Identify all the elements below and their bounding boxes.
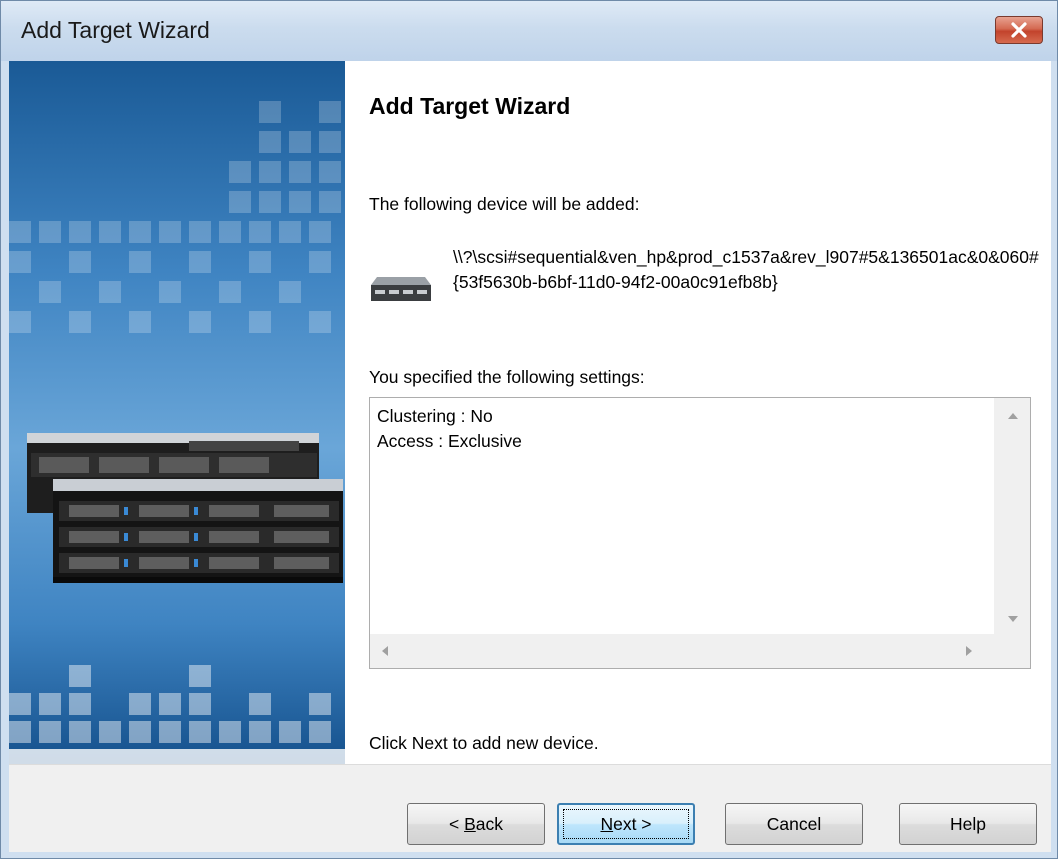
scroll-right-icon[interactable] — [966, 646, 972, 656]
back-button[interactable]: < Back — [407, 803, 545, 845]
close-button[interactable] — [995, 16, 1043, 44]
client-area: Add Target Wizard The following device w… — [9, 61, 1051, 852]
title-bar[interactable]: Add Target Wizard — [1, 1, 1057, 61]
cancel-button[interactable]: Cancel — [725, 803, 863, 845]
settings-textbox[interactable]: Clustering : No Access : Exclusive — [369, 397, 1031, 669]
scroll-up-icon[interactable] — [1008, 413, 1018, 419]
back-button-prefix: < — [448, 813, 465, 834]
vertical-scrollbar[interactable] — [994, 398, 1030, 634]
server-rack-image — [9, 101, 345, 764]
settings-label: You specified the following settings: — [369, 367, 645, 387]
scroll-corner — [994, 634, 1030, 668]
back-button-mnemonic: B — [464, 813, 476, 834]
setting-line: Clustering : No — [377, 406, 493, 426]
horizontal-scrollbar[interactable] — [370, 634, 994, 668]
tape-drive-icon — [371, 277, 431, 301]
wizard-content: Add Target Wizard The following device w… — [345, 61, 1051, 764]
wizard-window: Add Target Wizard Add Target Wizard The … — [0, 0, 1058, 859]
wizard-banner — [9, 61, 345, 764]
button-bar: < Back Next > Cancel Help — [9, 764, 1051, 852]
close-icon — [1011, 22, 1027, 38]
scroll-left-icon[interactable] — [382, 646, 388, 656]
device-path: \\?\scsi#sequential&ven_hp&prod_c1537a&r… — [453, 247, 1039, 292]
page-heading: Add Target Wizard — [369, 93, 571, 119]
window-title: Add Target Wizard — [21, 17, 210, 43]
focus-rectangle — [563, 809, 689, 839]
help-button[interactable]: Help — [899, 803, 1037, 845]
intro-text: The following device will be added: — [369, 194, 640, 214]
setting-line: Access : Exclusive — [377, 431, 522, 451]
next-button[interactable]: Next > — [557, 803, 695, 845]
back-button-rest: ack — [475, 813, 503, 834]
scroll-down-icon[interactable] — [1008, 616, 1018, 622]
instruction-text: Click Next to add new device. — [369, 733, 599, 753]
